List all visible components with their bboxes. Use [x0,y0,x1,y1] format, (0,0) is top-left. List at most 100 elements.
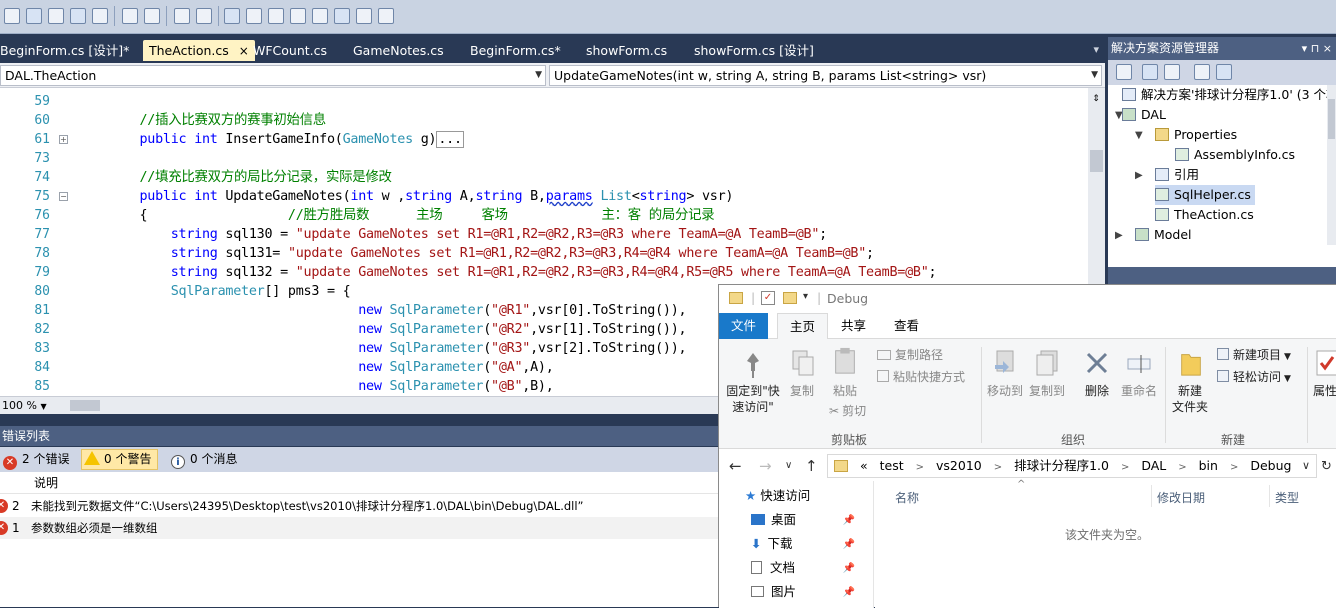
zoom-level[interactable]: 100 % ▼ [0,398,47,414]
pin-icon[interactable]: 📌 [843,539,855,550]
properties-button[interactable]: 属性 [1313,383,1336,399]
new-folder-button[interactable]: 新建 文件夹 [1171,383,1209,415]
tab-showform[interactable]: showForm.cs [586,40,667,61]
toolbar-icon[interactable] [224,8,240,24]
delete-button[interactable]: 删除 [1081,383,1113,399]
nav-item-quick-access[interactable]: ★ 快速访问 [745,485,810,507]
tab-beginform[interactable]: BeginForm.cs* [470,40,561,61]
tree-item-assemblyinfo[interactable]: AssemblyInfo.cs [1175,145,1295,165]
toolbar-icon[interactable] [70,8,86,24]
warnings-filter-button[interactable]: 0 个警告 [81,449,158,470]
pin-icon[interactable]: 📌 [843,515,855,526]
refresh-icon[interactable]: ↻ [1321,459,1332,474]
breadcrumb-overflow[interactable]: « [860,458,868,473]
tab-view[interactable]: 查看 [882,313,931,339]
table-row[interactable]: ✕ 1 参数数组必须是一维数组 [0,517,718,539]
nav-item-documents[interactable]: 文档 [751,557,795,579]
scroll-thumb[interactable] [1090,150,1103,172]
toolbar-icon[interactable] [48,8,64,24]
breadcrumb-project[interactable]: 排球计分程序1.0 [1014,458,1109,473]
errors-filter-button[interactable]: ✕ 2 个错误 [0,449,73,470]
tree-item-theaction[interactable]: TheAction.cs [1155,205,1254,225]
breadcrumb-vs2010[interactable]: vs2010 [936,458,982,473]
copy-button[interactable]: 复制 [787,383,817,399]
column-modified[interactable]: 修改日期 [1157,489,1205,506]
toolbar-icon[interactable] [92,8,108,24]
hscroll-thumb[interactable] [70,400,100,411]
properties-icon[interactable] [1116,64,1132,80]
up-arrow-icon[interactable]: ↑ [805,457,818,475]
toolbar-icon[interactable] [334,8,350,24]
tab-showform-design[interactable]: showForm.cs [设计] [694,40,814,61]
breadcrumb-test[interactable]: test [880,458,904,473]
table-row[interactable]: ✕ 2 未能找到元数据文件“C:\Users\24395\Desktop\tes… [0,495,718,517]
chevron-down-icon[interactable]: ∨ [785,460,792,471]
toolbar-icon[interactable] [122,8,138,24]
member-combo[interactable]: UpdateGameNotes(int w, string A, string … [549,65,1102,86]
copy-to-button[interactable]: 复制到 [1027,383,1067,399]
properties-check-icon[interactable]: ✓ [761,291,775,305]
toolbar-icon[interactable] [312,8,328,24]
paste-button[interactable]: 粘贴 [829,383,861,399]
view-code-icon[interactable] [1194,64,1210,80]
copy-path-button[interactable]: 复制路径 [877,347,943,363]
tab-beginform-design[interactable]: BeginForm.cs [设计]* [0,40,129,61]
solution-tree-scrollbar[interactable] [1327,85,1336,245]
column-name[interactable]: 名称 [895,489,919,506]
tree-item-solution[interactable]: 解决方案'排球计分程序1.0' (3 个项 [1122,85,1336,105]
tab-theaction[interactable]: TheAction.cs × [143,40,255,61]
pin-quick-access-button[interactable]: 固定到"快 速访问" [725,383,781,415]
toolbar-icon[interactable] [268,8,284,24]
refresh-icon[interactable] [1164,64,1180,80]
chevron-down-icon[interactable]: ∨ [1302,455,1310,477]
toolbar-icon[interactable] [4,8,20,24]
toolbar-icon[interactable] [378,8,394,24]
tree-item-dal[interactable]: DAL [1122,105,1166,125]
panel-controls[interactable]: ▾ ⊓ × [1302,37,1332,60]
column-divider[interactable] [1151,485,1152,507]
tab-file[interactable]: 文件 [719,313,769,339]
scroll-thumb[interactable] [1328,99,1335,139]
nav-item-downloads[interactable]: ⬇ 下载 [751,533,793,555]
back-arrow-icon[interactable]: ← [729,457,742,475]
collapse-icon[interactable]: − [59,192,68,201]
tree-item-references[interactable]: 引用 [1155,165,1199,185]
chevron-right-icon[interactable]: ▶ [1115,230,1123,241]
nav-item-pictures[interactable]: 图片 [751,581,796,603]
tab-share[interactable]: 共享 [829,313,878,339]
tree-item-model[interactable]: Model [1135,225,1192,245]
paste-shortcut-button[interactable]: 粘贴快捷方式 [877,369,965,385]
toolbar-icon[interactable] [356,8,372,24]
toolbar-icon[interactable] [290,8,306,24]
tab-home[interactable]: 主页 [777,313,829,339]
toolbar-icon[interactable] [26,8,42,24]
nav-item-desktop[interactable]: 桌面 [751,509,796,531]
pin-icon[interactable]: 📌 [843,587,855,598]
breadcrumb-dal[interactable]: DAL [1141,458,1166,473]
new-folder-icon[interactable] [783,292,797,304]
toolbar-icon[interactable] [246,8,262,24]
column-divider[interactable] [1269,485,1270,507]
chevron-down-icon[interactable]: ▾ [1093,43,1099,56]
expand-icon[interactable]: + [59,135,68,144]
tree-item-properties[interactable]: Properties [1155,125,1237,145]
chevron-down-icon[interactable]: ▼ [1135,130,1143,141]
address-input[interactable]: « test > vs2010 > 排球计分程序1.0 > DAL > bin … [827,454,1317,478]
easy-access-button[interactable]: 轻松访问 ▼ [1217,369,1291,387]
chevron-right-icon[interactable]: ▶ [1135,170,1143,181]
tree-item-sqlhelper[interactable]: SqlHelper.cs [1155,185,1255,205]
messages-filter-button[interactable]: i 0 个消息 [168,449,243,470]
split-icon[interactable]: ⇕ [1090,94,1102,104]
show-all-files-icon[interactable] [1142,64,1158,80]
class-diagram-icon[interactable] [1216,64,1232,80]
customize-quick-access-icon[interactable]: ▾ [803,291,808,302]
toolbar-icon[interactable] [174,8,190,24]
breadcrumb-bin[interactable]: bin [1199,458,1218,473]
toolbar-icon[interactable] [144,8,160,24]
forward-arrow-icon[interactable]: → [759,457,772,475]
toolbar-icon[interactable] [196,8,212,24]
rename-button[interactable]: 重命名 [1119,383,1159,399]
class-combo[interactable]: DAL.TheAction ▼ [0,65,546,86]
move-to-button[interactable]: 移动到 [985,383,1025,399]
column-type[interactable]: 类型 [1275,489,1299,506]
